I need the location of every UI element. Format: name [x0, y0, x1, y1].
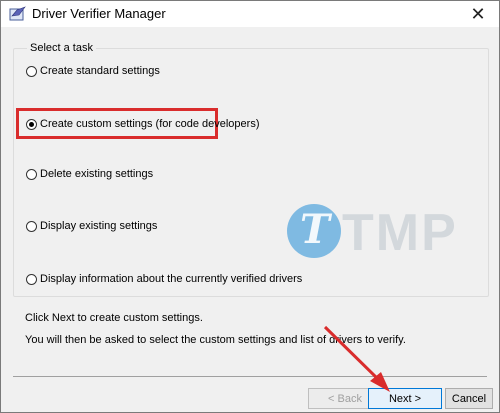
footer-separator	[13, 376, 487, 377]
radio-create-standard[interactable]	[26, 65, 37, 77]
info-text-line1: Click Next to create custom settings.	[25, 312, 203, 324]
option-create-custom[interactable]: Create custom settings (for code develop…	[26, 118, 260, 130]
option-delete-existing[interactable]: Delete existing settings	[26, 168, 153, 180]
watermark-logo-letter: T	[300, 206, 330, 253]
option-label: Delete existing settings	[40, 168, 154, 180]
option-create-standard[interactable]: Create standard settings	[26, 65, 160, 77]
option-label: Display information about the currently …	[40, 273, 303, 285]
watermark-text: TMP	[342, 204, 458, 262]
window-title: Driver Verifier Manager	[32, 6, 166, 21]
radio-display-existing[interactable]	[26, 220, 37, 232]
next-button[interactable]: Next >	[368, 388, 442, 409]
option-label: Display existing settings	[40, 220, 158, 232]
option-label: Create custom settings (for code develop…	[40, 118, 260, 130]
radio-display-info[interactable]	[26, 273, 37, 285]
option-display-existing[interactable]: Display existing settings	[26, 220, 157, 232]
option-label: Create standard settings	[40, 65, 160, 77]
radio-create-custom[interactable]	[26, 118, 37, 130]
task-group-label: Select a task	[27, 42, 96, 54]
option-display-info[interactable]: Display information about the currently …	[26, 273, 302, 285]
close-window-button[interactable]: ✕	[463, 1, 493, 27]
info-text-line2: You will then be asked to select the cus…	[25, 334, 406, 346]
driver-verifier-app-icon	[9, 6, 27, 22]
title-bar: Driver Verifier Manager ✕	[1, 1, 499, 27]
radio-delete-existing[interactable]	[26, 168, 37, 180]
cancel-button[interactable]: Cancel	[445, 388, 493, 409]
